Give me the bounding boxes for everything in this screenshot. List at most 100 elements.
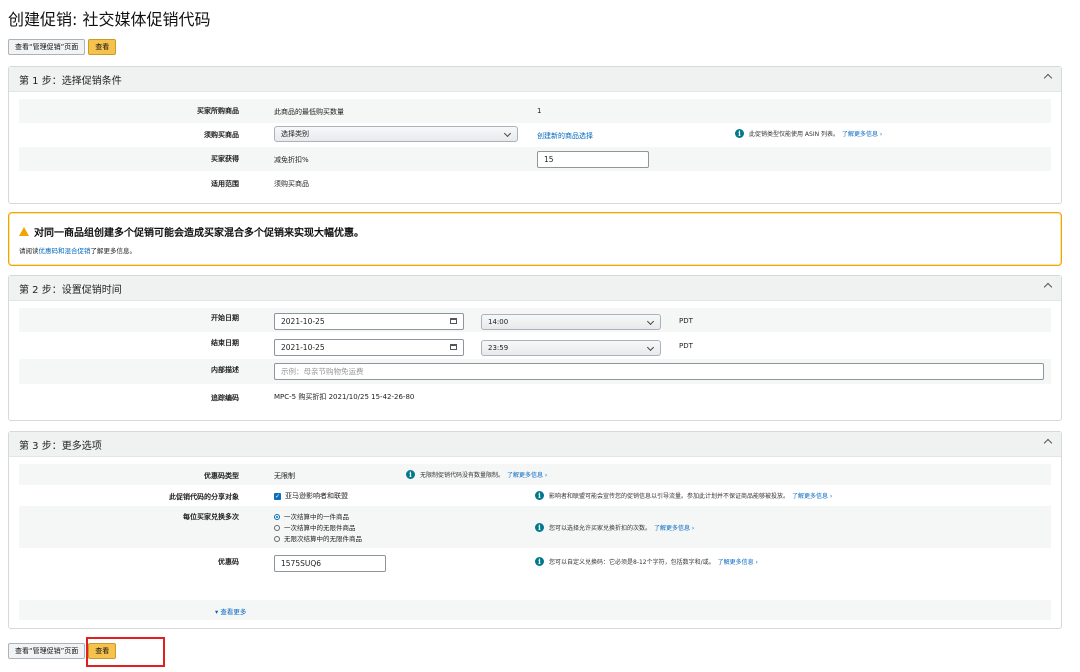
discount-percent-input[interactable]: 15 (537, 151, 649, 168)
description-label: 内部描述 (211, 366, 239, 374)
warning-text-before: 请阅读 (19, 247, 39, 255)
warning-icon (19, 227, 29, 236)
checkbox-checked-icon[interactable]: ✓ (274, 492, 281, 500)
info-icon: i (406, 470, 415, 479)
highlight-frame (86, 637, 165, 667)
condition-row-required: 须购买商品 选择类别 创建新的商品选择 i 此促销类型仅能使用 ASIN 列表。… (19, 123, 1051, 147)
category-select-value: 选择类别 (281, 130, 309, 138)
share-option[interactable]: ✓ 亚马逊影响者和联盟 (274, 491, 348, 501)
category-select[interactable]: 选择类别 (274, 126, 518, 142)
create-selection-link[interactable]: 创建新的商品选择 (537, 131, 593, 141)
calendar-icon[interactable] (450, 344, 457, 350)
start-timezone: PDT (679, 317, 693, 325)
warning-text: 请阅读优惠码和混合促销了解更多信息。 (19, 245, 136, 255)
row-label: 买家所购商品 (197, 107, 239, 115)
step3-header[interactable]: 第 3 步：更多选项 (9, 432, 1061, 457)
coupon-note: i 您可以自定义兑换码：它必须是8-12个字符，包括数字和/或。 了解更多信息 … (535, 557, 758, 566)
learn-more-link[interactable]: 了解更多信息 › (718, 557, 758, 566)
chevron-up-icon[interactable] (1043, 73, 1053, 83)
code-type-note-text: 无限制促销代码没有数量限制。 (420, 472, 505, 479)
info-icon: i (535, 491, 544, 500)
radio-selected-icon[interactable] (274, 514, 280, 520)
condition-row-gets: 买家获得 减免折扣% 15 (19, 147, 1051, 171)
min-quantity-value: 1 (537, 107, 542, 115)
end-time-select[interactable]: 23:59 (481, 340, 661, 356)
chevron-up-icon[interactable] (1043, 282, 1053, 292)
end-date-input[interactable]: 2021-10-25 (274, 339, 464, 356)
chevron-down-icon (503, 129, 512, 138)
start-time-select[interactable]: 14:00 (481, 314, 661, 330)
step3-rows: 优惠码类型 无限制 i 无限制促销代码没有数量限制。 了解更多信息 › 此促销代… (19, 464, 1051, 622)
code-type-label: 优惠码类型 (204, 472, 239, 480)
code-type-value: 无限制 (274, 472, 295, 480)
view-button[interactable]: 查看 (88, 39, 117, 55)
warning-title-text: 对同一商品组创建多个促销可能会造成买家混合多个促销来实现大幅优惠。 (34, 228, 364, 239)
redeem-option-label: 一次结算中的无限件商品 (284, 524, 356, 532)
start-time-value: 14:00 (488, 318, 509, 326)
end-time-value: 23:59 (488, 344, 509, 352)
redeem-label: 每位买家兑换多次 (183, 513, 239, 521)
step3-panel: 第 3 步：更多选项 优惠码类型 无限制 i 无限制促销代码没有数量限制。 了解… (8, 431, 1062, 629)
learn-more-link[interactable]: 了解更多信息 › (792, 491, 832, 500)
coupon-row: 优惠码 1575SUQ6 i 您可以自定义兑换码：它必须是8-12个字符，包括数… (19, 548, 1051, 578)
learn-more-link[interactable]: 了解更多信息 › (654, 523, 694, 532)
coupon-note-text: 您可以自定义兑换码：它必须是8-12个字符，包括数字和/或。 (549, 559, 715, 566)
redeem-option-3[interactable]: 无限次结算中的无限件商品 (274, 533, 362, 543)
page-title: 创建促销: 社交媒体促销代码 (8, 10, 211, 29)
step1-rows: 买家所购商品 此商品的最低购买数量 1 须购买商品 选择类别 创建新的商品选择 … (19, 99, 1051, 195)
step3-title: 第 3 步：更多选项 (19, 440, 102, 452)
info-icon: i (735, 129, 744, 138)
row-label: 适用范围 (211, 180, 239, 188)
learn-more-link[interactable]: 了解更多信息 › (507, 470, 547, 479)
coupon-label: 优惠码 (218, 558, 239, 566)
chevron-up-icon[interactable] (1043, 438, 1053, 448)
redeem-option-label: 一次结算中的一件商品 (284, 513, 349, 521)
chevron-down-icon (646, 317, 655, 326)
step2-panel: 第 2 步：设置促销时间 开始日期 2021-10-25 14:00 PDT 结… (8, 275, 1062, 421)
redeem-option-label: 无限次结算中的无限件商品 (284, 535, 362, 543)
end-date-row: 结束日期 2021-10-25 23:59 PDT (19, 332, 1051, 359)
step1-header[interactable]: 第 1 步：选择促销条件 (9, 67, 1061, 92)
start-date-input[interactable]: 2021-10-25 (274, 313, 464, 330)
row-value: 减免折扣% (274, 156, 309, 164)
end-timezone: PDT (679, 342, 693, 350)
coupon-code-input[interactable]: 1575SUQ6 (274, 555, 386, 572)
redeem-option-2[interactable]: 一次结算中的无限件商品 (274, 522, 356, 532)
start-date-value: 2021-10-25 (281, 317, 325, 326)
condition-row-scope: 适用范围 须购买商品 (19, 171, 1051, 195)
asin-note-text: 此促销类型仅能使用 ASIN 列表。 (749, 131, 839, 138)
end-date-label: 结束日期 (211, 339, 239, 347)
step2-header[interactable]: 第 2 步：设置促销时间 (9, 276, 1061, 301)
description-row: 内部描述 示例：母亲节购物免运费 (19, 359, 1051, 384)
learn-more-link[interactable]: 了解更多信息 › (842, 129, 882, 138)
coupon-mixed-link[interactable]: 优惠码和混合促销 (39, 247, 91, 255)
info-icon: i (535, 523, 544, 532)
share-option-label: 亚马逊影响者和联盟 (285, 492, 348, 500)
share-note-text: 影响者和联盟可能会宣传您的促销信息以引导流量。参加此计划并不保证商品能够被投放。 (549, 493, 790, 500)
info-icon: i (535, 557, 544, 566)
step2-title: 第 2 步：设置促销时间 (19, 284, 122, 296)
show-more-link[interactable]: ▾ 查看更多 (215, 606, 246, 616)
view-manage-promotions-button[interactable]: 查看“管理促销”页面 (8, 39, 86, 55)
top-button-row: 查看“管理促销”页面 查看 (8, 39, 117, 55)
tracking-label: 追踪编码 (211, 394, 239, 402)
redeem-row: 每位买家兑换多次 一次结算中的一件商品 一次结算中的无限件商品 无限次结算中的无… (19, 506, 1051, 548)
radio-icon[interactable] (274, 525, 280, 531)
warning-title: 对同一商品组创建多个促销可能会造成买家混合多个促销来实现大幅优惠。 (19, 224, 364, 239)
row-value: 须购买商品 (274, 180, 309, 188)
redeem-option-1[interactable]: 一次结算中的一件商品 (274, 511, 349, 521)
start-date-label: 开始日期 (211, 314, 239, 322)
step2-rows: 开始日期 2021-10-25 14:00 PDT 结束日期 2021-10-2… (19, 308, 1051, 410)
internal-description-input[interactable]: 示例：母亲节购物免运费 (274, 363, 1044, 380)
calendar-icon[interactable] (450, 318, 457, 324)
condition-row-purchase: 买家所购商品 此商品的最低购买数量 1 (19, 99, 1051, 123)
asin-note: i 此促销类型仅能使用 ASIN 列表。 了解更多信息 › (735, 129, 882, 138)
tracking-row: 追踪编码 MPC-5 购买折扣 2021/10/25 15-42-26-80 (19, 384, 1051, 408)
end-date-value: 2021-10-25 (281, 343, 325, 352)
radio-icon[interactable] (274, 536, 280, 542)
code-type-note: i 无限制促销代码没有数量限制。 了解更多信息 › (406, 470, 547, 479)
warning-box: 对同一商品组创建多个促销可能会造成买家混合多个促销来实现大幅优惠。 请阅读优惠码… (8, 212, 1062, 266)
step1-title: 第 1 步：选择促销条件 (19, 75, 122, 87)
view-manage-promotions-button[interactable]: 查看“管理促销”页面 (8, 643, 86, 659)
more-row: ▾ 查看更多 (19, 600, 1051, 620)
